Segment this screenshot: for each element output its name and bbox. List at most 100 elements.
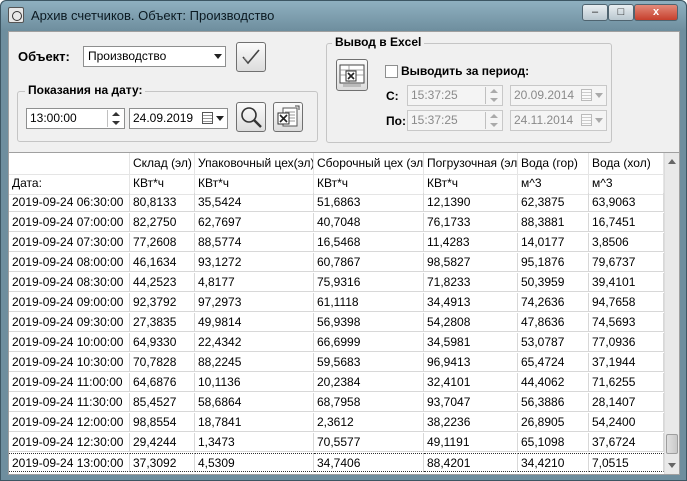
value-cell[interactable]: 93,1272 [195,253,314,272]
value-cell[interactable]: 51,6863 [314,193,424,212]
value-cell[interactable]: 94,7658 [589,293,664,312]
value-cell[interactable]: 20,2384 [314,373,424,392]
value-cell[interactable]: 92,3792 [130,293,195,312]
timestamp-cell[interactable]: 2019-09-24 13:00:00 [9,453,130,472]
timestamp-cell[interactable]: 2019-09-24 09:00:00 [9,293,130,312]
value-cell[interactable]: 65,4724 [518,353,589,372]
value-cell[interactable]: 44,4062 [518,373,589,392]
close-button[interactable]: x [634,4,678,21]
vertical-scrollbar[interactable] [664,153,679,474]
value-cell[interactable]: 14,0177 [518,233,589,252]
value-cell[interactable]: 68,7958 [314,393,424,412]
table-row[interactable]: 2019-09-24 13:00:00 37,3092 4,5309 34,7406 8… [9,453,664,472]
value-cell[interactable]: 98,5827 [424,253,518,272]
column-header[interactable]: Упаковочный цех(эл) [195,153,314,175]
value-cell[interactable]: 85,4527 [130,393,195,412]
app-icon[interactable] [8,7,24,23]
table-row[interactable]: 2019-09-24 12:00:00 98,8554 18,7841 2,3612 3… [9,413,664,432]
timestamp-cell[interactable]: 2019-09-24 07:30:00 [9,233,130,252]
value-cell[interactable]: 65,1098 [518,433,589,452]
value-cell[interactable]: 70,7828 [130,353,195,372]
timestamp-cell[interactable]: 2019-09-24 12:00:00 [9,413,130,432]
spinner-icon[interactable] [485,87,501,104]
value-cell[interactable]: 80,8133 [130,193,195,212]
value-cell[interactable]: 60,7867 [314,253,424,272]
value-cell[interactable]: 95,1876 [518,253,589,272]
calendar-icon[interactable] [202,112,213,124]
object-combobox[interactable]: Производство [83,46,226,67]
value-cell[interactable]: 53,0787 [518,333,589,352]
table-row[interactable]: 2019-09-24 09:00:00 92,3792 97,2973 61,1118… [9,293,664,312]
date-picker[interactable]: 24.09.2019 [129,108,228,129]
value-cell[interactable]: 70,5577 [314,433,424,452]
table-row[interactable]: 2019-09-24 08:30:00 44,2523 4,8177 75,9316 7… [9,273,664,292]
value-cell[interactable]: 44,2523 [130,273,195,292]
value-cell[interactable]: 47,8636 [518,313,589,332]
value-cell[interactable]: 22,4342 [195,333,314,352]
value-cell[interactable]: 74,2636 [518,293,589,312]
export-excel-button[interactable] [273,102,303,132]
value-cell[interactable]: 88,5774 [195,233,314,252]
column-header[interactable] [9,153,130,175]
value-cell[interactable]: 79,6737 [589,253,664,272]
time-input[interactable]: 13:00:00 [26,108,125,129]
value-cell[interactable]: 7,0515 [589,453,664,472]
chevron-down-icon[interactable] [216,116,224,121]
to-time-input[interactable]: 15:37:25 [407,110,503,131]
timestamp-cell[interactable]: 2019-09-24 12:30:00 [9,433,130,452]
value-cell[interactable]: 4,5309 [195,453,314,472]
value-cell[interactable]: 26,8905 [518,413,589,432]
value-cell[interactable]: 10,1136 [195,373,314,392]
value-cell[interactable]: 34,7406 [314,453,424,472]
scrollbar-thumb[interactable] [666,434,678,454]
timestamp-cell[interactable]: 2019-09-24 11:00:00 [9,373,130,392]
to-date-picker[interactable]: 24.11.2014 [510,110,607,131]
value-cell[interactable]: 54,2808 [424,313,518,332]
scroll-down-icon[interactable] [668,463,676,468]
value-cell[interactable]: 61,1118 [314,293,424,312]
value-cell[interactable]: 32,4101 [424,373,518,392]
value-cell[interactable]: 97,2973 [195,293,314,312]
value-cell[interactable]: 98,8554 [130,413,195,432]
table-row[interactable]: 2019-09-24 07:30:00 77,2608 88,5774 16,5468… [9,233,664,252]
title-bar[interactable]: Архив счетчиков. Объект: Производство – … [1,1,686,30]
value-cell[interactable]: 49,1191 [424,433,518,452]
value-cell[interactable]: 71,8233 [424,273,518,292]
value-cell[interactable]: 66,6999 [314,333,424,352]
value-cell[interactable]: 54,2400 [589,413,664,432]
timestamp-cell[interactable]: 2019-09-24 09:30:00 [9,313,130,332]
chevron-down-icon[interactable] [595,93,603,98]
column-header[interactable]: Вода (гор) [518,153,589,175]
value-cell[interactable]: 77,2608 [130,233,195,252]
column-header[interactable]: Сборочный цех (эл) [314,153,424,175]
spinner-icon[interactable] [485,112,501,129]
maximize-button[interactable]: □ [608,4,634,21]
value-cell[interactable]: 27,3835 [130,313,195,332]
value-cell[interactable]: 37,1944 [589,353,664,372]
column-header[interactable]: Склад (эл) [130,153,195,175]
value-cell[interactable]: 3,8506 [589,233,664,252]
table-row[interactable]: 2019-09-24 10:00:00 64,9330 22,4342 66,6999… [9,333,664,352]
value-cell[interactable]: 88,4201 [424,453,518,472]
timestamp-cell[interactable]: 2019-09-24 08:30:00 [9,273,130,292]
value-cell[interactable]: 64,6876 [130,373,195,392]
value-cell[interactable]: 49,9814 [195,313,314,332]
value-cell[interactable]: 1,3473 [195,433,314,452]
value-cell[interactable]: 4,8177 [195,273,314,292]
value-cell[interactable]: 88,3881 [518,213,589,232]
value-cell[interactable]: 62,3875 [518,193,589,212]
table-row[interactable]: 2019-09-24 10:30:00 70,7828 88,2245 59,5683… [9,353,664,372]
value-cell[interactable]: 37,3092 [130,453,195,472]
value-cell[interactable]: 37,6724 [589,433,664,452]
value-cell[interactable]: 50,3959 [518,273,589,292]
value-cell[interactable]: 56,3886 [518,393,589,412]
table-row[interactable]: 2019-09-24 11:00:00 64,6876 10,1136 20,2384… [9,373,664,392]
value-cell[interactable]: 88,2245 [195,353,314,372]
value-cell[interactable]: 16,7451 [589,213,664,232]
value-cell[interactable]: 28,1407 [589,393,664,412]
value-cell[interactable]: 16,5468 [314,233,424,252]
value-cell[interactable]: 18,7841 [195,413,314,432]
timestamp-cell[interactable]: 2019-09-24 06:30:00 [9,193,130,212]
table-row[interactable]: 2019-09-24 11:30:00 85,4527 58,6864 68,7958… [9,393,664,412]
search-button[interactable] [236,102,266,132]
